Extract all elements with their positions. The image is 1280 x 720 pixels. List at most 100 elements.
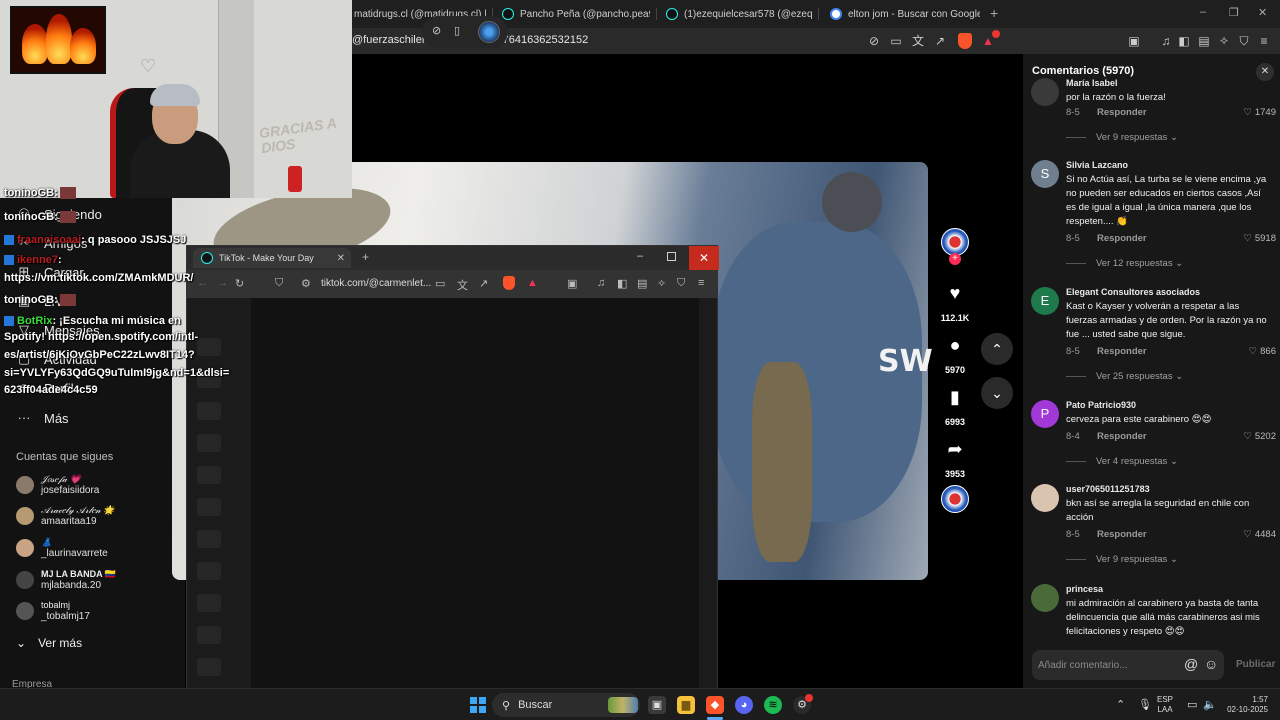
phone-icon[interactable]: ▯ xyxy=(454,24,460,37)
comment-username[interactable]: Pato Patricio930 xyxy=(1066,400,1136,410)
reload-icon[interactable]: ↻ xyxy=(235,277,244,290)
avatar[interactable]: P xyxy=(1031,400,1059,428)
sidebar-icon[interactable]: ◧ xyxy=(617,277,627,290)
avatar[interactable] xyxy=(1031,78,1059,106)
followed-account[interactable]: tobalmj _tobalmj17 xyxy=(16,600,181,626)
rewards-icon[interactable]: ▲ xyxy=(980,30,1000,49)
close-window-button[interactable]: ✕ xyxy=(689,246,719,270)
volume-icon[interactable]: 🔈 xyxy=(1203,698,1217,711)
followed-account[interactable]: 👗 _laurinavarrete xyxy=(16,537,181,563)
close-icon[interactable]: ✕ xyxy=(337,253,345,264)
taskbar-search[interactable]: ⚲ Buscar xyxy=(492,693,640,717)
spotify-icon[interactable]: ≋ xyxy=(764,696,782,714)
comment-username[interactable]: María Isabel xyxy=(1066,78,1118,88)
popup-tab[interactable]: TikTok - Make Your Day ✕ xyxy=(193,248,351,268)
comment-username[interactable]: Elegant Consultores asociados xyxy=(1066,287,1200,297)
comment-like-button[interactable]: ♡ 5918 xyxy=(1243,233,1276,244)
comment-button[interactable]: ● xyxy=(939,329,971,361)
comment-username[interactable]: user7065011251783 xyxy=(1066,484,1150,494)
see-more-button[interactable]: ⌄ Ver más xyxy=(16,636,82,650)
leo-ai-icon[interactable]: ✧ xyxy=(657,277,666,290)
minimize-button[interactable]: – xyxy=(1200,6,1206,18)
avatar[interactable]: E xyxy=(1031,287,1059,315)
followed-account[interactable]: 𝒥𝑜𝓈𝑒𝒻𝒶 💗 josefaisiidora xyxy=(16,474,181,500)
menu-icon[interactable]: ≡ xyxy=(1256,33,1272,49)
view-replies-button[interactable]: Ver 12 respuestas ⌄ xyxy=(1066,258,1183,269)
comment-like-button[interactable]: ♡ 5202 xyxy=(1243,431,1276,442)
maximize-button[interactable]: ❐ xyxy=(1229,6,1239,19)
app-icon[interactable]: ⚙ xyxy=(793,694,813,714)
followed-account[interactable]: MJ LA BANDA 🇨🇴 mjlabanda.20 xyxy=(16,569,181,595)
translate-icon[interactable]: 文 xyxy=(457,277,468,293)
task-view-icon[interactable]: ▣ xyxy=(648,696,666,714)
reply-button[interactable]: Responder xyxy=(1097,107,1147,118)
brave-shield-icon[interactable] xyxy=(503,276,515,290)
sidebar-icon[interactable]: ◧ xyxy=(1176,33,1192,49)
post-comment-button[interactable]: Publicar xyxy=(1236,659,1275,670)
next-video-button[interactable]: ⌄ xyxy=(981,377,1013,409)
vpn-icon[interactable]: ⛉ xyxy=(677,277,685,290)
bookmark-button[interactable]: ▮ xyxy=(939,381,971,413)
vpn-icon[interactable]: ⛉ xyxy=(1236,33,1252,49)
site-info-icon[interactable]: ⚙ xyxy=(301,277,311,290)
file-explorer-icon[interactable]: ▆ xyxy=(677,696,695,714)
browser-tab-3[interactable]: (1)ezequielcesar578 (@ezequielcesar xyxy=(666,4,812,24)
comment-username[interactable]: princesa xyxy=(1066,584,1103,594)
follow-plus-icon[interactable]: + xyxy=(949,253,961,265)
forward-icon[interactable]: → xyxy=(217,277,228,289)
compass-icon[interactable]: ⊘ xyxy=(432,24,441,37)
network-icon[interactable]: ▭ xyxy=(1187,698,1197,711)
tray-chevron-up-icon[interactable]: ⌃ xyxy=(1116,698,1125,711)
popup-titlebar[interactable]: TikTok - Make Your Day ✕ + – ✕ xyxy=(187,246,719,270)
profile-avatar[interactable] xyxy=(478,21,500,43)
music-icon[interactable]: ♫ xyxy=(597,277,605,289)
reply-button[interactable]: Responder xyxy=(1097,431,1147,442)
reader-icon[interactable]: ⊘ xyxy=(866,33,882,49)
discord-icon[interactable]: ◕ xyxy=(735,696,753,714)
popup-address-url[interactable]: tiktok.com/@carmenlet... xyxy=(321,278,431,289)
bookmark-icon[interactable]: ⛉ xyxy=(275,277,283,290)
screenshot-icon[interactable]: ▣ xyxy=(1126,33,1142,49)
wallet-icon[interactable]: ▤ xyxy=(637,277,647,290)
view-replies-button[interactable]: Ver 25 respuestas ⌄ xyxy=(1066,371,1183,382)
close-comments-button[interactable]: ✕ xyxy=(1256,63,1274,81)
browser-tab-4[interactable]: elton jom - Buscar con Google xyxy=(830,4,980,24)
reply-button[interactable]: Responder xyxy=(1097,233,1147,244)
share-icon[interactable]: ↗ xyxy=(932,33,948,49)
brave-browser-icon[interactable]: ◆ xyxy=(706,696,724,714)
new-tab-button[interactable]: + xyxy=(362,250,369,264)
microphone-icon[interactable]: 🎙 xyxy=(1138,698,1152,711)
reply-button[interactable]: Responder xyxy=(1097,529,1147,540)
comment-like-button[interactable]: ♡ 1749 xyxy=(1243,107,1276,118)
share-button[interactable]: ➦ xyxy=(939,433,971,465)
avatar[interactable]: S xyxy=(1031,160,1059,188)
mention-icon[interactable]: @ xyxy=(1184,656,1198,672)
system-clock[interactable]: 1:57 02-10-2025 xyxy=(1222,695,1268,715)
browser-tab-2[interactable]: Pancho Peña (@pancho.pea95) | TikT xyxy=(502,4,650,24)
translate-icon[interactable]: 文 xyxy=(910,33,926,49)
minimize-button[interactable]: – xyxy=(637,250,643,262)
comment-username[interactable]: Silvia Lazcano xyxy=(1066,160,1128,170)
wallet-icon[interactable]: ▤ xyxy=(1196,33,1212,49)
music-icon[interactable]: ♫ xyxy=(1158,33,1174,49)
music-disc-avatar[interactable] xyxy=(941,485,969,513)
cast-icon[interactable]: ▭ xyxy=(435,277,445,290)
avatar[interactable] xyxy=(1031,584,1059,612)
followed-account[interactable]: 𝒜𝓇𝒶𝒸𝑒𝓁𝓎 𝒜𝓇𝓁𝑒𝓃 🌟 amaaritaa19 xyxy=(16,505,181,531)
leo-ai-icon[interactable]: ✧ xyxy=(1216,33,1232,49)
popup-browser-window[interactable]: TikTok - Make Your Day ✕ + – ✕ ← → ↻ ⛉ ⚙… xyxy=(186,245,719,690)
close-button[interactable]: ✕ xyxy=(1258,6,1267,19)
view-replies-button[interactable]: Ver 9 respuestas ⌄ xyxy=(1066,132,1178,143)
share-icon[interactable]: ↗ xyxy=(479,277,488,290)
language-indicator[interactable]: ESP LAA xyxy=(1157,695,1173,715)
rewards-icon[interactable]: ▲ xyxy=(527,277,538,289)
start-button[interactable] xyxy=(470,697,486,713)
comment-like-button[interactable]: ♡ 4484 xyxy=(1243,529,1276,540)
like-button[interactable]: ♥ xyxy=(939,277,971,309)
emoji-icon[interactable]: ☺ xyxy=(1204,656,1218,672)
reply-button[interactable]: Responder xyxy=(1097,346,1147,357)
sidebar-item-more[interactable]: ··· Más xyxy=(16,410,69,426)
brave-shield-icon[interactable] xyxy=(958,33,972,49)
creator-avatar[interactable] xyxy=(941,228,969,256)
screenshot-icon[interactable]: ▣ xyxy=(567,277,577,290)
